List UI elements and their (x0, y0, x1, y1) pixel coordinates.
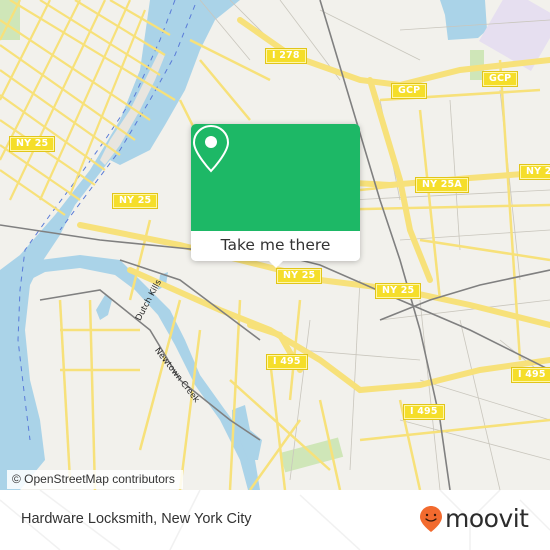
place-name: Hardware Locksmith, New York City (21, 511, 252, 527)
route-shield-ny25: NY 25 (111, 193, 159, 209)
popup-header (191, 124, 360, 231)
route-shield-gcp: GCP (390, 83, 428, 99)
route-shield-i278: I 278 (265, 48, 307, 64)
water-north (440, 0, 487, 40)
route-shield-i495: I 495 (403, 404, 445, 420)
footer: Hardware Locksmith, New York City moovit (0, 490, 550, 550)
route-shield-i495: I 495 (511, 367, 550, 383)
map-attribution[interactable]: © OpenStreetMap contributors (7, 470, 183, 489)
take-me-there-button[interactable]: Take me there (191, 231, 360, 261)
route-shield-ny25a: NY 25A (415, 177, 469, 193)
map[interactable]: NY 25 NY 25 NY 25 NY 25 NY 25A NY 25 I 2… (0, 0, 550, 490)
creek-inlet (96, 295, 112, 320)
route-shield-ny25: NY 25 (8, 136, 56, 152)
route-shield-ny25: NY 25 (518, 164, 550, 180)
route-shield-ny25: NY 25 (374, 283, 422, 299)
map-pin-icon (192, 124, 230, 173)
route-shield-gcp: GCP (481, 71, 519, 87)
route-shield-i495: I 495 (266, 354, 308, 370)
moovit-logo[interactable]: moovit (419, 504, 529, 534)
route-shield-ny25: NY 25 (275, 268, 323, 284)
moovit-pin-icon (420, 506, 442, 532)
location-popup: Take me there (191, 124, 360, 268)
popup-pointer (268, 260, 284, 268)
moovit-wordmark: moovit (445, 504, 529, 533)
